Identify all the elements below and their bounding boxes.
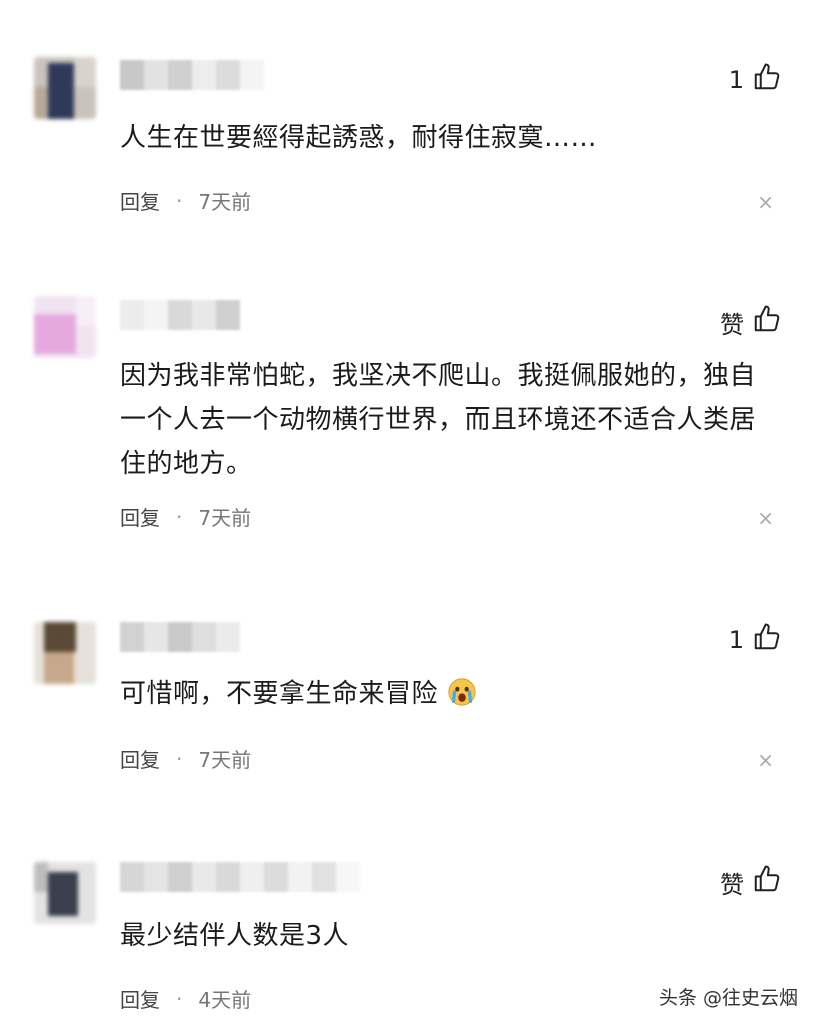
like-button[interactable]: 赞 [720, 864, 782, 900]
username-blurred[interactable] [120, 622, 240, 652]
username-blurred[interactable] [120, 60, 264, 90]
thumbs-up-icon [752, 62, 782, 98]
separator-dot: · [176, 504, 183, 529]
reply-button[interactable]: 回复 [120, 744, 160, 773]
like-button[interactable]: 赞 [720, 304, 782, 340]
like-label: 赞 [720, 310, 744, 339]
avatar[interactable] [34, 622, 96, 684]
comment-meta: 回复 · 4天前 [120, 984, 251, 1013]
separator-dot: · [176, 986, 183, 1011]
comment-text: 可惜啊，不要拿生命来冒险 [120, 672, 780, 716]
thumbs-up-icon [752, 622, 782, 658]
username-blurred[interactable] [120, 300, 240, 330]
close-icon[interactable]: × [757, 190, 774, 214]
timestamp: 4天前 [198, 988, 252, 1012]
like-label: 赞 [720, 870, 744, 899]
avatar[interactable] [34, 296, 96, 358]
comment-meta: 回复 · 7天前 [120, 502, 251, 531]
comment-text: 最少结伴人数是3人 [120, 921, 350, 951]
comment-meta: 回复 · 7天前 [120, 744, 251, 773]
like-button[interactable]: 1 [729, 62, 782, 98]
username-blurred[interactable] [120, 862, 360, 892]
timestamp: 7天前 [198, 190, 252, 214]
reply-button[interactable]: 回复 [120, 502, 160, 531]
thumbs-up-icon [752, 304, 782, 340]
comment-meta: 回复 · 7天前 [120, 186, 251, 215]
like-button[interactable]: 1 [729, 622, 782, 658]
timestamp: 7天前 [198, 748, 252, 772]
comment-text: 人生在世要經得起誘惑，耐得住寂寞…… [120, 123, 598, 153]
separator-dot: · [176, 188, 183, 213]
crying-face-emoji [447, 677, 477, 707]
thumbs-up-icon [752, 864, 782, 900]
avatar[interactable] [34, 862, 96, 924]
avatar[interactable] [34, 57, 96, 119]
like-count: 1 [728, 626, 744, 654]
watermark: 头条 @往史云烟 [658, 987, 798, 1009]
reply-button[interactable]: 回复 [120, 186, 160, 215]
close-icon[interactable]: × [757, 506, 774, 530]
comment-text: 因为我非常怕蛇，我坚决不爬山。我挺佩服她的，独自一个人去一个动物横行世界，而且环… [120, 361, 757, 479]
close-icon[interactable]: × [757, 748, 774, 772]
separator-dot: · [176, 746, 183, 771]
like-count: 1 [728, 66, 744, 94]
reply-button[interactable]: 回复 [120, 984, 160, 1013]
timestamp: 7天前 [198, 506, 252, 530]
